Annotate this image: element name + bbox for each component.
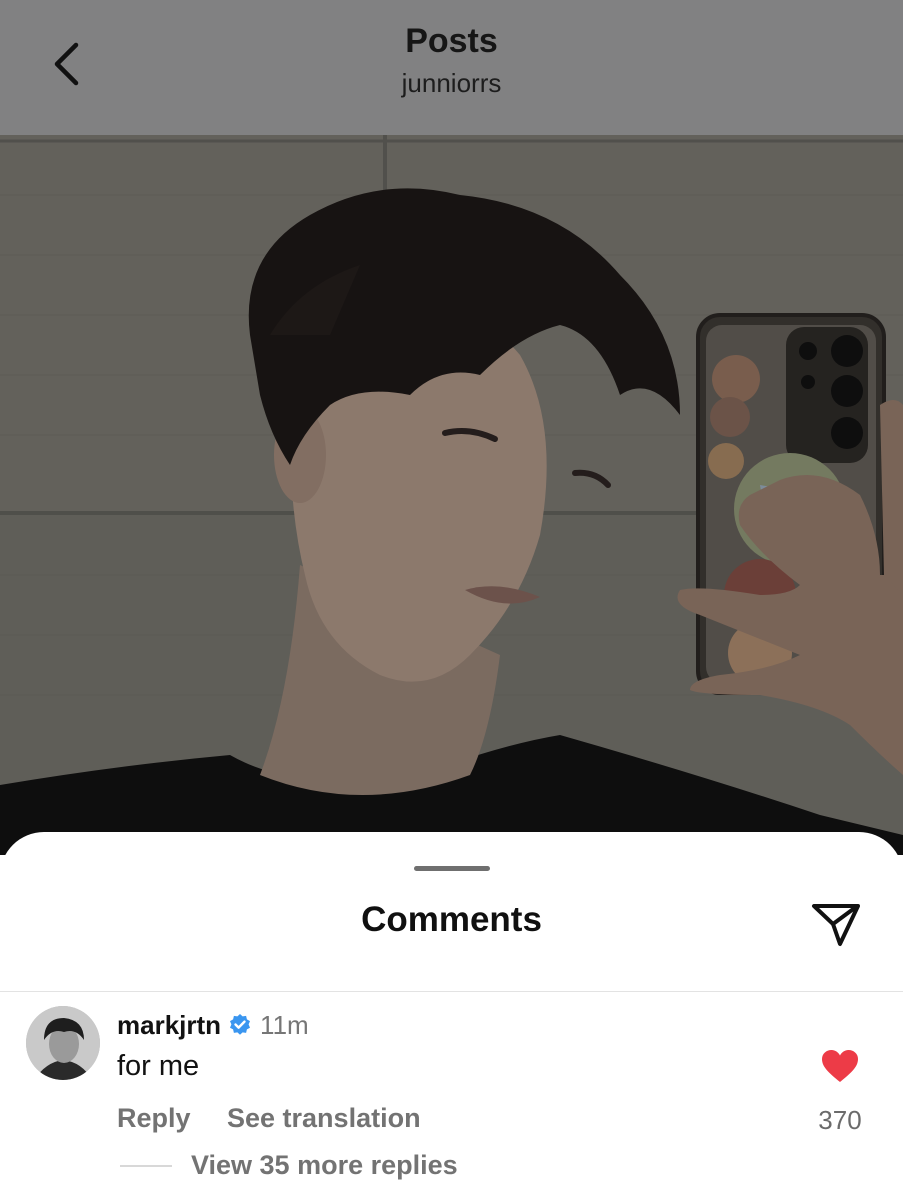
post-photo[interactable] <box>0 135 903 855</box>
comments-sheet: Comments markjrtn 11m for me 370 Reply S… <box>0 832 903 1200</box>
comment-username[interactable]: markjrtn <box>117 1010 221 1041</box>
view-more-replies-button[interactable]: View 35 more replies <box>191 1150 458 1181</box>
heart-filled-icon <box>822 1050 858 1082</box>
comment-text: for me <box>117 1050 200 1082</box>
post-header: Posts junniorrs <box>0 0 903 135</box>
comments-title: Comments <box>361 900 542 939</box>
page-title: Posts <box>405 22 498 60</box>
share-button[interactable] <box>806 896 866 952</box>
replies-divider-line <box>120 1165 172 1167</box>
comment-timestamp: 11m <box>260 1009 309 1040</box>
like-button[interactable] <box>818 1046 862 1086</box>
send-icon <box>812 904 860 946</box>
reply-button[interactable]: Reply <box>117 1103 191 1134</box>
comment-header: markjrtn 11m <box>117 1008 309 1042</box>
avatar[interactable] <box>26 1006 100 1080</box>
see-translation-button[interactable]: See translation <box>227 1103 421 1134</box>
like-count: 370 <box>818 1105 862 1135</box>
sheet-drag-handle[interactable] <box>414 866 490 871</box>
post-author-username[interactable]: junniorrs <box>0 68 903 99</box>
divider <box>0 991 903 992</box>
verified-badge-icon <box>228 1013 252 1037</box>
